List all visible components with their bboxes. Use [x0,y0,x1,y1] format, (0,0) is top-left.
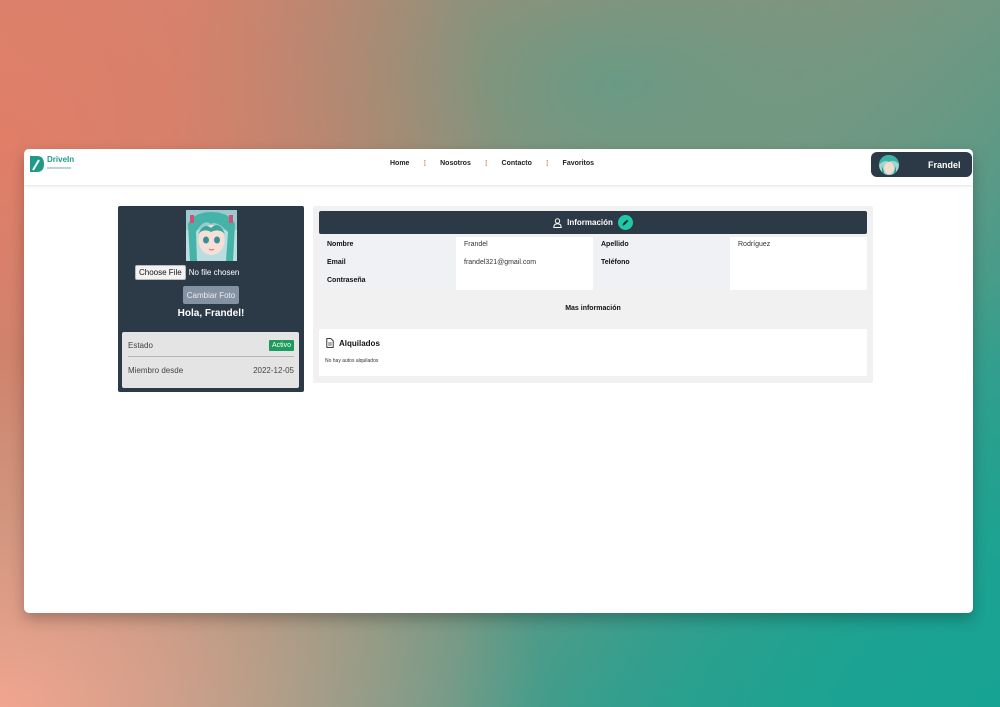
document-icon [326,338,334,348]
info-title: Información [567,218,613,227]
rented-empty-message: No hay autos alquilados [325,358,379,364]
value-column: Frandel frandel321@gmail.com [456,237,593,290]
email-label: Email [327,259,346,266]
nav-separator: ⁞ [545,159,549,168]
member-since-label: Miembro desde [128,365,184,375]
account-status-box: Estado Activo Miembro desde 2022-12-05 [122,332,299,388]
rented-header: Alquilados [326,338,380,348]
email-value: frandel321@gmail.com [464,259,537,266]
divider [128,356,294,357]
value-column: Rodríguez [730,237,867,290]
choose-file-button[interactable]: Choose File [135,265,186,280]
more-info-link[interactable]: Mas información [313,305,873,312]
nav-favoritos[interactable]: Favoritos [563,160,595,167]
file-status: No file chosen [188,268,240,277]
password-label: Contraseña [327,277,366,284]
info-table: Nombre Email Contraseña Frandel frandel3… [319,237,867,290]
file-input[interactable]: Choose File No file chosen [135,265,239,280]
person-icon [553,217,562,228]
label-column: Nombre Email Contraseña [319,237,456,290]
apellido-label: Apellido [601,241,629,248]
navbar: DriveIn Home ⁞ Nosotros ⁞ Contacto ⁞ Fav… [24,149,973,185]
member-since-value: 2022-12-05 [253,365,294,375]
nombre-label: Nombre [327,241,354,248]
nav-links: Home ⁞ Nosotros ⁞ Contacto ⁞ Favoritos [390,159,594,168]
nav-contacto[interactable]: Contacto [502,160,532,167]
nav-home[interactable]: Home [390,160,409,167]
rented-title: Alquilados [339,338,380,348]
nav-separator: ⁞ [423,159,427,168]
greeting: Hola, Frandel! [177,308,245,319]
status-label: Estado [128,341,153,350]
rented-section: Alquilados No hay autos alquilados [319,329,867,376]
label-column: Apellido Teléfono [593,237,730,290]
nav-nosotros[interactable]: Nosotros [440,160,471,167]
brand-logo[interactable]: DriveIn [29,155,74,173]
profile-card: Choose File No file chosen Cambiar Foto … [118,206,304,392]
avatar [879,154,899,175]
telefono-label: Teléfono [601,259,630,266]
nav-separator: ⁞ [484,159,488,168]
change-photo-button[interactable]: Cambiar Foto [183,286,239,304]
info-panel: Información Nombre Email Contraseña Fran… [313,206,873,383]
logo-icon [30,156,44,172]
info-header: Información [319,211,867,234]
status-badge: Activo [268,340,294,351]
pencil-icon [622,219,629,226]
member-row: Miembro desde 2022-12-05 [128,364,294,376]
brand-tagline [47,167,71,169]
edit-button[interactable] [617,215,633,230]
status-row: Estado Activo [128,339,294,352]
nombre-value: Frandel [464,241,488,248]
user-name: Frandel [928,159,961,170]
brand-name: DriveIn [47,155,75,164]
apellido-value: Rodríguez [738,241,771,248]
profile-photo [186,210,237,261]
user-menu[interactable]: Frandel [871,152,972,177]
app-window: DriveIn Home ⁞ Nosotros ⁞ Contacto ⁞ Fav… [24,149,973,613]
